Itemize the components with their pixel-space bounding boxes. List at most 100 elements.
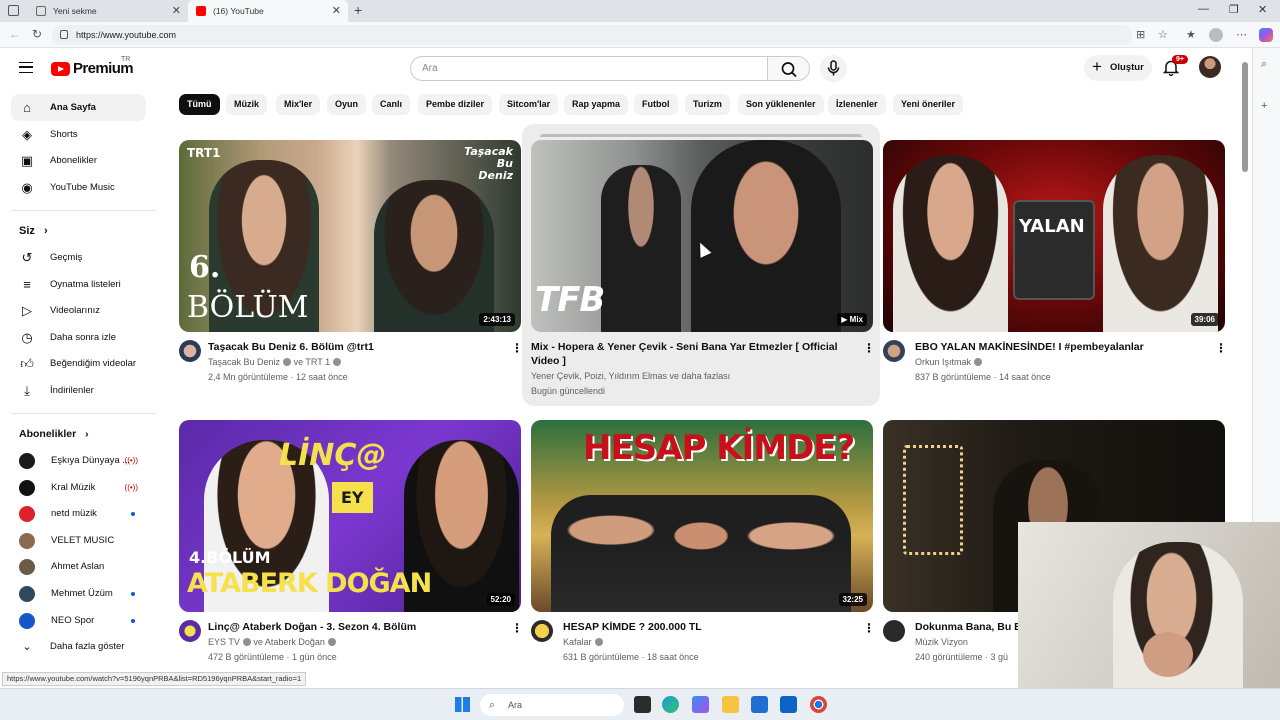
video-thumbnail[interactable]: TFB ▶︎ Mix [531,140,873,332]
video-menu-icon[interactable]: ⋮ [863,341,875,355]
sidebar-subscriptions-heading[interactable]: Abonelikler › [19,428,89,440]
youtube-premium-logo[interactable]: Premium TR [51,56,134,77]
chip-rap[interactable]: Rap yapma [564,94,629,115]
address-bar[interactable]: https://www.youtube.com [52,25,1132,45]
tab-youtube[interactable]: (16) YouTube ✕ [188,0,348,22]
chip-football[interactable]: Futbol [634,94,678,115]
sidebar-item-history[interactable]: ↺ Geçmiş [11,244,146,271]
chip-live[interactable]: Canlı [372,94,411,115]
chip-new-to-you[interactable]: Yeni öneriler [893,94,964,115]
sidebar-sub-kral-muzik[interactable]: Kral Müzik ((•)) [11,474,146,501]
store-icon[interactable] [751,696,768,713]
sidebar-item-your-videos[interactable]: ▷ Videolarınız [11,297,146,324]
verified-icon [242,638,251,646]
sidebar-item-shorts[interactable]: ◈ Shorts [11,121,146,148]
maximize-icon[interactable]: ❐ [1229,3,1239,16]
favorite-star-icon[interactable]: ☆ [1158,28,1168,41]
channel-avatar[interactable] [883,620,905,642]
windows-start-icon[interactable] [455,697,470,712]
chip-music[interactable]: Müzik [226,94,268,115]
sidebar-item-liked[interactable]: 👍︎ Beğendiğim videolar [11,350,146,377]
video-menu-icon[interactable]: ⋮ [511,341,523,355]
video-thumbnail[interactable]: YALAN 39:06 [883,140,1225,332]
video-menu-icon[interactable]: ⋮ [863,621,875,635]
chip-tourism[interactable]: Turizm [685,94,730,115]
sidebar-item-home[interactable]: ⌂ Ana Sayfa [11,94,146,121]
chip-sitcoms[interactable]: Sitcom'lar [499,94,559,115]
chip-gaming[interactable]: Oyun [327,94,367,115]
back-icon[interactable]: ← [9,27,21,41]
outlook-icon[interactable] [780,696,797,713]
chip-soap-operas[interactable]: Pembe diziler [418,94,493,115]
channel-avatar[interactable] [531,620,553,642]
new-tab-button[interactable]: + [354,2,362,18]
video-channel[interactable]: Kafalar [563,635,603,650]
sidebar-you-heading[interactable]: Siz › [19,225,48,237]
refresh-icon[interactable]: ↻ [32,27,42,41]
sidebar-sub-ahmet-aslan[interactable]: Ahmet Aslan [11,553,146,580]
video-title[interactable]: Linç@ Ataberk Doğan - 3. Sezon 4. Bölüm [208,620,508,634]
profile-icon[interactable] [1209,28,1223,42]
sidebar-sub-eskiya[interactable]: Eşkıya Dünyaya ... ((•)) [11,447,146,474]
task-view-icon[interactable] [634,696,651,713]
video-channel[interactable]: Orkun Işıtmak [915,355,983,370]
copilot-app-icon[interactable] [692,696,709,713]
voice-search-button[interactable] [820,55,847,82]
video-menu-icon[interactable]: ⋮ [1215,341,1227,355]
minimize-icon[interactable]: — [1198,3,1209,15]
channel-avatar[interactable] [179,620,201,642]
favorites-icon[interactable]: ★ [1186,28,1196,41]
sidebar-item-playlists[interactable]: ≡ Oynatma listeleri [11,271,146,298]
tab-actions-icon[interactable] [8,5,19,16]
video-channel[interactable]: EYS TV ve Ataberk Doğan [208,635,336,650]
channel-avatar[interactable] [883,340,905,362]
sidebar-sub-velet[interactable]: VELET MUSIC [11,527,146,554]
copilot-icon[interactable] [1259,28,1273,42]
sidebar-show-more[interactable]: ⌄ Daha fazla göster [11,633,146,660]
sidebar-sub-mehmet-uzum[interactable]: Mehmet Üzüm [11,580,146,607]
sidebar-item-subscriptions[interactable]: ▣ Abonelikler [11,147,146,174]
create-button[interactable]: + Oluştur [1084,55,1152,81]
video-title[interactable]: HESAP KİMDE ? 200.000 TL [563,620,853,634]
sidebar-item-youtube-music[interactable]: ◉ YouTube Music [11,174,146,201]
tab-new-tab[interactable]: Yeni sekme ✕ [28,0,188,22]
channel-avatar[interactable] [179,340,201,362]
video-channel[interactable]: Müzik Vizyon [915,635,968,650]
video-thumbnail[interactable]: HESAP KİMDE? 32:25 [531,420,873,612]
video-channel[interactable]: Taşacak Bu Deniz ve TRT 1 [208,355,342,370]
chip-mixes[interactable]: Mix'ler [276,94,321,115]
more-icon[interactable]: ⋯ [1236,28,1247,41]
video-thumbnail[interactable]: TRT1 Taşacak Bu Deniz 6. BÖLÜM 2:43:13 [179,140,521,332]
account-avatar[interactable] [1199,56,1221,78]
chip-all[interactable]: Tümü [179,94,220,115]
search-input[interactable]: Ara [410,56,768,81]
video-duration: 52:20 [486,593,515,606]
taskbar-search[interactable]: ⌕ Ara [480,694,624,716]
video-title[interactable]: EBO YALAN MAKİNESİNDE! I #pembeyalanlar [915,340,1205,354]
chip-watched[interactable]: İzlenenler [828,94,886,115]
app-available-icon[interactable]: ⊞ [1136,28,1145,41]
page-scrollbar[interactable] [1242,62,1248,172]
close-window-icon[interactable]: ✕ [1258,3,1267,16]
add-icon[interactable]: + [1261,100,1267,112]
close-tab-icon[interactable]: ✕ [332,4,341,17]
video-thumbnail[interactable]: LİNÇ@ EY 4.BÖLÜM ATABERK DOĞAN 52:20 [179,420,521,612]
sidebar-sub-netd[interactable]: netd müzik [11,500,146,527]
sidebar-sub-neo-spor[interactable]: NEO Spor [11,607,146,634]
search-button[interactable] [767,56,810,81]
video-menu-icon[interactable]: ⋮ [511,621,523,635]
search-icon[interactable]: ⌕ [1261,58,1267,71]
chrome-icon[interactable] [810,696,827,713]
close-tab-icon[interactable]: ✕ [172,4,181,17]
menu-icon[interactable] [19,62,33,73]
browser-tabbar: Yeni sekme ✕ (16) YouTube ✕ + — ❐ ✕ [0,0,1280,22]
sidebar-item-watch-later[interactable]: ◷ Daha sonra izle [11,324,146,351]
video-title[interactable]: Mix - Hopera & Yener Çevik - Seni Bana Y… [531,340,856,368]
edge-icon[interactable] [662,696,679,713]
file-explorer-icon[interactable] [722,696,739,713]
video-channel[interactable]: Yener Çevik, Poizi, Yıldırım Elmas ve da… [531,369,730,384]
chip-recently-uploaded[interactable]: Son yüklenenler [738,94,824,115]
sidebar-item-downloads[interactable]: ⤓ İndirilenler [11,377,146,404]
video-title[interactable]: Dokunma Bana, Bu Bi [915,620,1025,634]
video-title[interactable]: Taşacak Bu Deniz 6. Bölüm @trt1 [208,340,508,354]
